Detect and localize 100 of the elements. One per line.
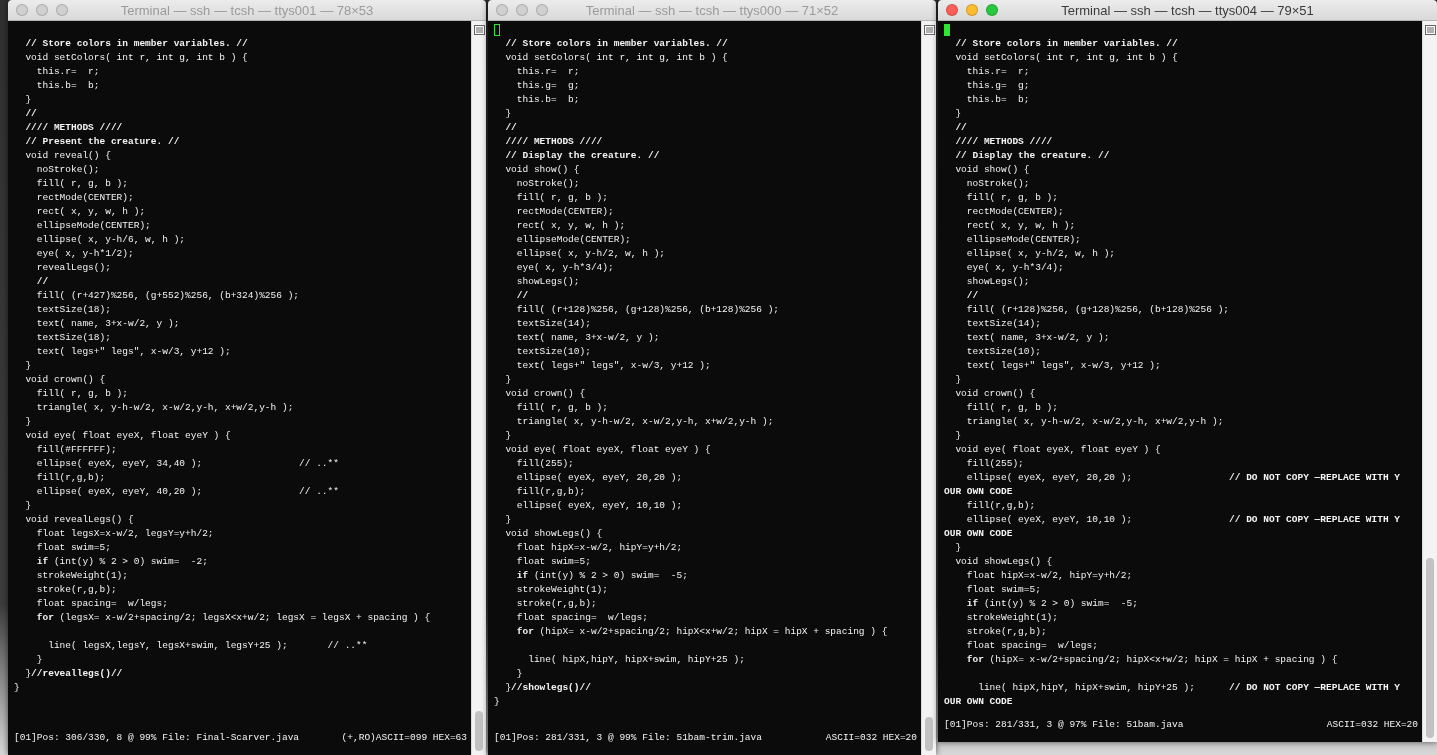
code-line: } — [954, 107, 963, 121]
code-line: text( legs+" legs", x-w/3, y+12 ); — [515, 359, 712, 373]
split-pane-icon[interactable] — [923, 25, 935, 35]
scrollbar[interactable] — [1422, 21, 1437, 742]
code-line: textSize(10); — [515, 345, 592, 359]
scroll-thumb[interactable] — [925, 717, 933, 751]
code-comment: // Store colors in member variables. // — [504, 37, 729, 51]
code-line: } — [24, 93, 33, 107]
code-line: fill(255); — [965, 457, 1025, 471]
close-button[interactable] — [496, 4, 508, 16]
code-line: triangle( x, y-h-w/2, x-w/2,y-h, x+w/2,y-h ); — [515, 415, 775, 429]
code-line: revealLegs(); — [35, 261, 112, 275]
code-line: ellipse( x, y-h/2, w, h ); — [515, 247, 667, 261]
code-line: rect( x, y, w, h ); — [35, 205, 147, 219]
scroll-thumb[interactable] — [1426, 558, 1434, 738]
minimize-button[interactable] — [966, 4, 978, 16]
code-line: noStroke(); — [965, 177, 1031, 191]
minimize-button[interactable] — [36, 4, 48, 16]
code-line: } — [24, 499, 33, 513]
code-line: void setColors( int r, int g, int b ) { — [504, 51, 729, 65]
minimize-button[interactable] — [516, 4, 528, 16]
code-line: float spacing= w/legs; — [515, 611, 649, 625]
code-line: }//showlegs()// — [504, 681, 592, 695]
code-line: void crown() { — [954, 387, 1037, 401]
code-line: noStroke(); — [515, 177, 581, 191]
code-line: rectMode(CENTER); — [515, 205, 615, 219]
close-button[interactable] — [16, 4, 28, 16]
code-line: ellipse( eyeX, eyeY, 10,10 ); // DO NOT COPY —REPLACE WITH Y — [965, 513, 1402, 527]
code-line: textSize(10); — [965, 345, 1042, 359]
code-line: if (int(y) % 2 > 0) swim= -5; — [515, 569, 689, 583]
code-line: eye( x, y-h*1/2); — [35, 247, 135, 261]
code-comment: OUR OWN CODE — [944, 695, 1014, 709]
code-line: float hipX=x-w/2, hipY=y+h/2; — [515, 541, 684, 555]
window-title: Terminal — ssh — tcsh — ttys001 — 78×53 — [119, 2, 375, 18]
window-title: Terminal — ssh — tcsh — ttys004 — 79×51 — [1060, 2, 1315, 18]
code-line: this.b= b; — [965, 93, 1031, 107]
code-line: fill( r, g, b ); — [965, 191, 1060, 205]
split-pane-icon[interactable] — [1424, 25, 1436, 35]
code-line: void revealLegs() { — [24, 513, 135, 527]
code-line: } — [504, 513, 513, 527]
close-button[interactable] — [946, 4, 958, 16]
code-line: ellipse( eyeX, eyeY, 40,20 ); // ..** — [35, 485, 340, 499]
code-line: rect( x, y, w, h ); — [965, 219, 1077, 233]
code-line: } — [954, 541, 963, 555]
code-line: void crown() { — [24, 373, 107, 387]
code-comment: // Present the creature. // — [24, 135, 181, 149]
code-line: this.g= g; — [965, 79, 1031, 93]
scroll-thumb[interactable] — [475, 711, 483, 751]
code-line: ellipseMode(CENTER); — [515, 233, 632, 247]
code-line: strokeWeight(1); — [965, 611, 1060, 625]
code-line: void setColors( int r, int g, int b ) { — [24, 51, 249, 65]
zoom-button[interactable] — [986, 4, 998, 16]
code-line: } — [504, 107, 513, 121]
code-line: rectMode(CENTER); — [35, 191, 135, 205]
code-line: void setColors( int r, int g, int b ) { — [954, 51, 1179, 65]
code-comment: OUR OWN CODE — [944, 527, 1014, 541]
code-line: for (hipX= x-w/2+spacing/2; hipX<x+w/2; hipX = hipX + spacing ) { — [965, 653, 1339, 667]
code-line: void reveal() { — [24, 149, 112, 163]
code-line: this.b= b; — [35, 79, 101, 93]
scrollbar[interactable] — [471, 21, 486, 755]
code-comment: // Display the creature. // — [954, 149, 1111, 163]
code-line: } — [24, 415, 33, 429]
code-line: float spacing= w/legs; — [35, 597, 169, 611]
code-line: ellipse( eyeX, eyeY, 20,20 ); — [515, 471, 684, 485]
status-code: (+,RO)ASCII=099 HEX=63 — [341, 731, 467, 745]
code-line: text( name, 3+x-w/2, y ); — [965, 331, 1111, 345]
code-line: rect( x, y, w, h ); — [515, 219, 627, 233]
code-line: text( name, 3+x-w/2, y ); — [515, 331, 661, 345]
code-comment: // Store colors in member variables. // — [24, 37, 249, 51]
code-line: this.b= b; — [515, 93, 581, 107]
code-line: line( legsX,legsY, legsX+swim, legsY+25 ); // ..** — [47, 639, 369, 653]
code-line: this.g= g; — [515, 79, 581, 93]
zoom-button[interactable] — [536, 4, 548, 16]
code-line: void eye( float eyeX, float eyeY ) { — [954, 443, 1162, 457]
code-line: fill( r, g, b ); — [515, 191, 610, 205]
split-pane-icon[interactable] — [473, 25, 485, 35]
code-line: } — [515, 667, 524, 681]
code-line: } — [494, 695, 501, 709]
code-line: this.r= r; — [965, 65, 1031, 79]
status-line: [01]Pos: 306/330, 8 @ 99% File: Final-Scarver.java — [14, 731, 300, 745]
code-comment: // — [24, 107, 38, 121]
code-line: eye( x, y-h*3/4); — [965, 261, 1065, 275]
scrollbar[interactable] — [921, 21, 936, 755]
code-comment: // — [954, 121, 968, 135]
code-line: fill(r,g,b); — [35, 471, 107, 485]
code-line: if (int(y) % 2 > 0) swim= -5; — [965, 597, 1139, 611]
code-line: fill( r, g, b ); — [515, 401, 610, 415]
code-line: line( hipX,hipY, hipX+swim, hipY+25 ); — [527, 653, 746, 667]
code-line: } — [35, 653, 44, 667]
code-comment: // — [35, 275, 50, 289]
code-line: }//reveallegs()// — [24, 667, 124, 681]
code-line: triangle( x, y-h-w/2, x-w/2,y-h, x+w/2,y-h ); — [965, 415, 1225, 429]
code-line: ellipseMode(CENTER); — [35, 219, 152, 233]
code-line: } — [14, 681, 21, 695]
code-line: float swim=5; — [35, 541, 112, 555]
code-line: textSize(14); — [965, 317, 1042, 331]
code-line: ellipse( eyeX, eyeY, 20,20 ); // DO NOT COPY —REPLACE WITH Y — [965, 471, 1402, 485]
status-code: ASCII=032 HEX=20 — [825, 731, 917, 745]
zoom-button[interactable] — [56, 4, 68, 16]
code-line: ellipse( x, y-h/6, w, h ); — [35, 233, 187, 247]
